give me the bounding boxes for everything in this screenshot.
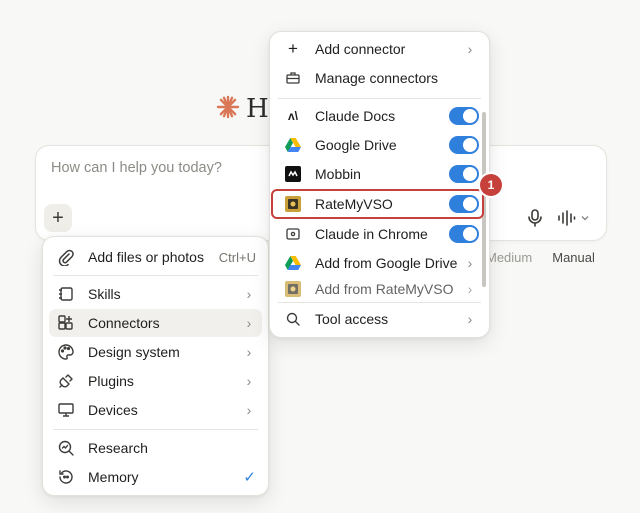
paperclip-icon: [57, 248, 75, 266]
menu-item-devices[interactable]: Devices ›: [49, 396, 262, 424]
manage-connectors-item[interactable]: Manage connectors: [276, 64, 483, 92]
claude-docs-label: Claude Docs: [315, 108, 396, 124]
memory-label: Memory: [88, 469, 139, 485]
composer-placeholder[interactable]: How can I help you today?: [51, 160, 222, 176]
connectors-icon: [57, 314, 75, 332]
toggle-switch[interactable]: [449, 225, 479, 243]
waveform-icon: [558, 210, 576, 226]
divider: [53, 275, 258, 276]
claude-spark-icon: [216, 95, 240, 124]
connector-claude-in-chrome[interactable]: Claude in Chrome: [276, 220, 483, 248]
add-from-google-drive-item[interactable]: Add from Google Drive ›: [276, 249, 483, 277]
annotation-badge: 1: [480, 174, 502, 196]
plus-icon: +: [52, 206, 64, 229]
menu-item-memory[interactable]: Memory ✓: [49, 463, 262, 491]
add-from-google-drive-label: Add from Google Drive: [315, 255, 458, 271]
skills-label: Skills: [88, 286, 121, 302]
menu-item-research[interactable]: Research: [49, 434, 262, 462]
design-system-label: Design system: [88, 344, 180, 360]
chevron-right-icon: ›: [246, 344, 252, 360]
chevron-right-icon: ›: [467, 255, 473, 271]
chevron-right-icon: ›: [467, 41, 473, 57]
add-files-item[interactable]: Add files or photos Ctrl+U: [49, 243, 262, 271]
mobbin-label: Mobbin: [315, 166, 361, 182]
voice-mode-button[interactable]: [556, 208, 590, 228]
google-drive-icon: [284, 254, 302, 272]
model-options: Medium Manual: [486, 250, 595, 265]
chevron-right-icon: ›: [467, 281, 473, 297]
add-files-label: Add files or photos: [88, 249, 204, 265]
menu-item-plugins[interactable]: Plugins ›: [49, 367, 262, 395]
palette-icon: [57, 343, 75, 361]
tool-access-label: Tool access: [315, 311, 389, 327]
toggle-switch[interactable]: [449, 107, 479, 125]
search-icon: [284, 310, 302, 328]
connector-claude-docs[interactable]: ʌ\ Claude Docs: [276, 102, 483, 130]
divider: [278, 98, 481, 99]
menu-item-skills[interactable]: Skills ›: [49, 280, 262, 308]
claude-docs-icon: ʌ\: [287, 109, 298, 123]
toggle-switch[interactable]: [449, 165, 479, 183]
ratemyvso-icon: [284, 280, 302, 298]
skills-icon: [57, 285, 75, 303]
research-label: Research: [88, 440, 148, 456]
microphone-icon[interactable]: [525, 208, 545, 228]
add-connector-item[interactable]: + Add connector ›: [276, 35, 483, 63]
chevron-right-icon: ›: [246, 315, 252, 331]
connector-mobbin[interactable]: Mobbin: [276, 160, 483, 188]
divider: [53, 429, 258, 430]
devices-label: Devices: [88, 402, 138, 418]
manage-connectors-label: Manage connectors: [315, 70, 438, 86]
annotation-highlight: [271, 189, 484, 219]
browser-icon: [284, 225, 302, 243]
chip-medium[interactable]: Medium: [486, 250, 532, 265]
connector-google-drive[interactable]: Google Drive: [276, 131, 483, 159]
plugins-label: Plugins: [88, 373, 134, 389]
divider: [278, 302, 481, 303]
attachment-menu: Add files or photos Ctrl+U Skills › Conn…: [42, 236, 269, 496]
research-icon: [57, 439, 75, 457]
chevron-right-icon: ›: [467, 311, 473, 327]
connectors-submenu: + Add connector › Manage connectors ʌ\ C…: [269, 31, 490, 338]
chevron-down-icon: [581, 216, 589, 221]
memory-icon: [57, 468, 75, 486]
monitor-icon: [57, 401, 75, 419]
claude-in-chrome-label: Claude in Chrome: [315, 226, 428, 242]
add-button[interactable]: +: [44, 204, 72, 232]
chip-manual[interactable]: Manual: [552, 250, 595, 265]
plus-icon: +: [288, 39, 298, 58]
connectors-label: Connectors: [88, 315, 160, 331]
mobbin-icon: [284, 165, 302, 183]
add-connector-label: Add connector: [315, 41, 406, 57]
add-from-ratemyvso-label: Add from RateMyVSO: [315, 281, 454, 297]
checkmark-icon: ✓: [243, 469, 256, 486]
tool-access-item[interactable]: Tool access ›: [276, 305, 483, 333]
add-files-shortcut: Ctrl+U: [218, 249, 256, 265]
chevron-right-icon: ›: [246, 373, 252, 389]
google-drive-label: Google Drive: [315, 137, 397, 153]
plug-icon: [57, 372, 75, 390]
briefcase-icon: [284, 69, 302, 87]
google-drive-icon: [284, 136, 302, 154]
menu-item-design-system[interactable]: Design system ›: [49, 338, 262, 366]
chevron-right-icon: ›: [246, 286, 252, 302]
chevron-right-icon: ›: [246, 402, 252, 418]
toggle-switch[interactable]: [449, 136, 479, 154]
add-from-ratemyvso-item[interactable]: Add from RateMyVSO ›: [276, 278, 483, 300]
menu-item-connectors[interactable]: Connectors ›: [49, 309, 262, 337]
